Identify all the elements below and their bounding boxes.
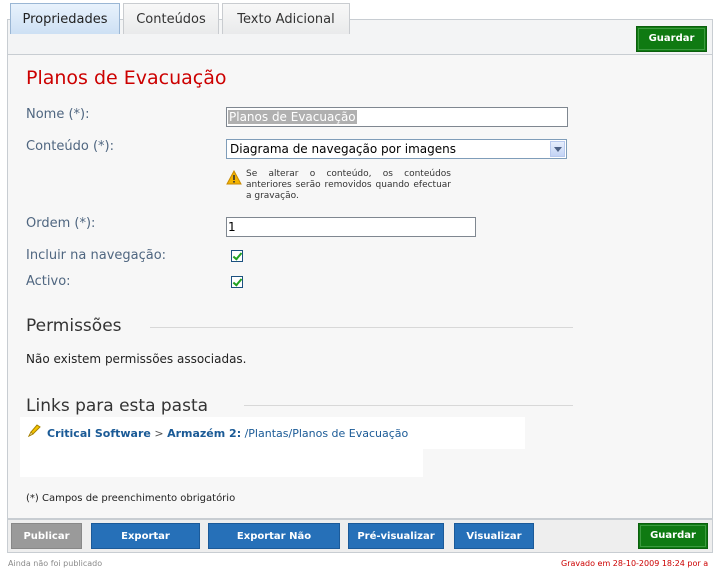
order-input[interactable]: 1	[226, 217, 476, 237]
permissions-divider	[150, 327, 573, 328]
crumb-critical-software[interactable]: Critical Software	[47, 427, 151, 440]
active-label: Activo:	[26, 274, 71, 289]
preview-button[interactable]: Pré-visualizar	[348, 523, 444, 549]
active-checkbox[interactable]	[231, 276, 243, 288]
name-input[interactable]: Planos de Evacuação	[226, 107, 568, 127]
links-divider	[244, 405, 573, 406]
pencil-icon[interactable]	[26, 423, 42, 439]
include-nav-label: Incluir na navegação:	[26, 248, 167, 263]
warning-icon	[226, 170, 242, 185]
page-title: Planos de Evacuação	[26, 67, 227, 89]
bottom-save-button[interactable]: Guardar	[638, 523, 708, 549]
chevron-down-icon[interactable]	[550, 141, 565, 157]
permissions-title: Permissões	[26, 316, 122, 336]
name-label: Nome (*):	[26, 107, 90, 122]
order-label: Ordem (*):	[26, 216, 96, 231]
tab-propriedades[interactable]: Propriedades	[10, 3, 120, 34]
permissions-empty-text: Não existem permissões associadas.	[26, 352, 247, 366]
save-status: Gravado em 28-10-2009 18:24 por a	[561, 559, 709, 568]
tab-conteudos[interactable]: Conteúdos	[123, 3, 219, 34]
crumb-path[interactable]: /Plantas/Planos de Evacuação	[241, 427, 409, 440]
publish-status: Ainda não foi publicado	[8, 559, 103, 568]
content-select[interactable]: Diagrama de navegação por imagens	[226, 139, 567, 159]
content-select-value: Diagrama de navegação por imagens	[230, 142, 456, 156]
links-box-lower	[20, 449, 423, 477]
order-input-value: 1	[228, 220, 236, 234]
links-title: Links para esta pasta	[26, 396, 209, 416]
links-breadcrumb: Critical Software > Armazém 2: /Plantas/…	[47, 427, 408, 440]
required-footnote: (*) Campos de preenchimento obrigatório	[26, 493, 236, 504]
content-label: Conteúdo (*):	[26, 139, 114, 154]
crumb-armazem-2[interactable]: Armazém 2:	[167, 427, 241, 440]
export-published-button[interactable]: Exportar Publicado	[91, 523, 200, 568]
top-save-button[interactable]: Guardar	[636, 26, 707, 52]
tab-texto-adicional[interactable]: Texto Adicional	[222, 3, 350, 34]
include-nav-checkbox[interactable]	[231, 250, 243, 262]
content-warning-text: Se alterar o conteúdo, os conteúdos ante…	[246, 169, 451, 201]
export-unpublished-button[interactable]: Exportar Não Publicado	[208, 523, 340, 568]
crumb-separator: >	[154, 427, 164, 440]
name-input-value: Planos de Evacuação	[228, 110, 357, 124]
view-button[interactable]: Visualizar	[454, 523, 534, 549]
publish-button[interactable]: Publicar	[11, 523, 82, 549]
